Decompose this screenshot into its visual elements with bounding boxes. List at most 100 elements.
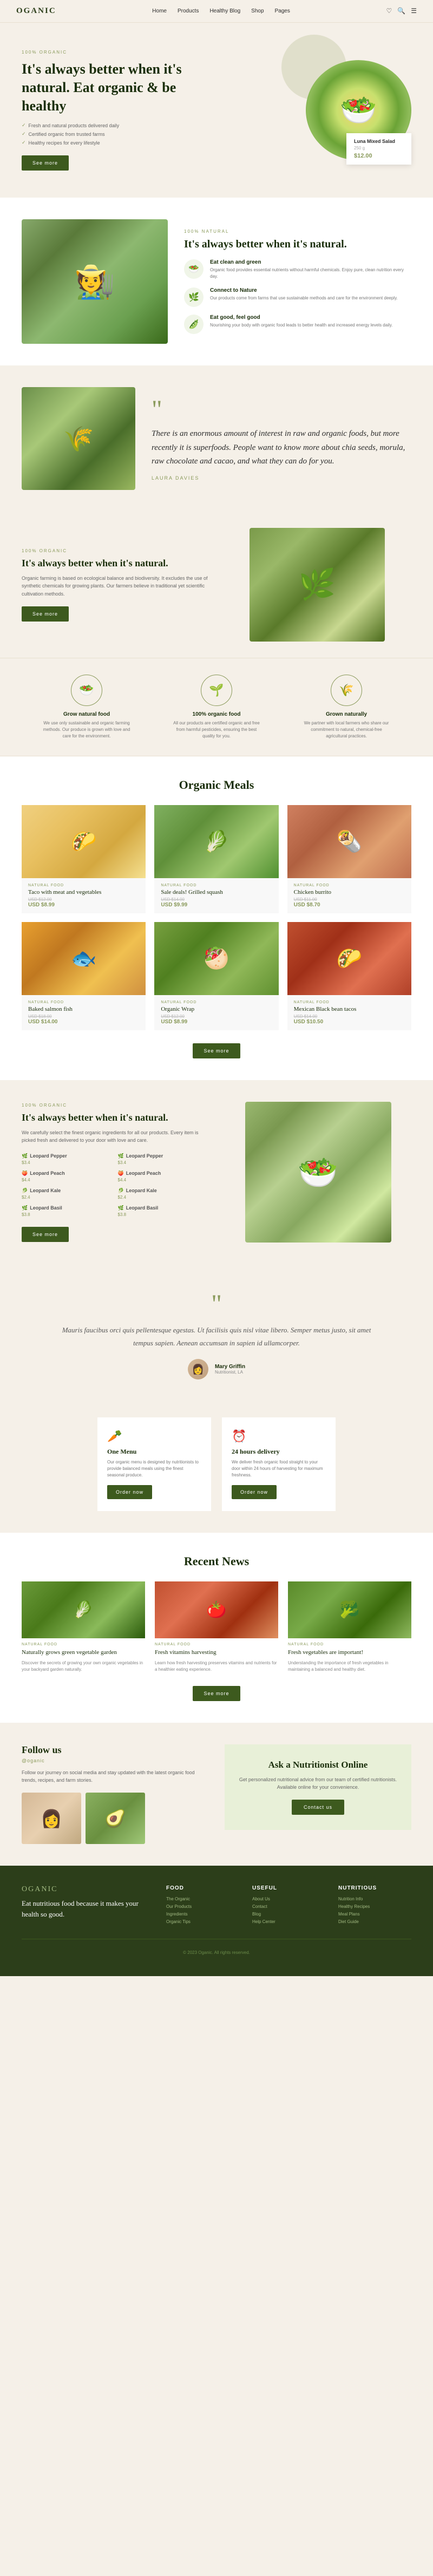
footer-col-1: Food The Organic Our Products Ingredient…	[166, 1885, 239, 1927]
menu-icon[interactable]: ☰	[411, 7, 417, 15]
feature-icon-3: 🫛	[184, 315, 204, 334]
footer-col-3: Nutritious Nutrition Info Healthy Recipe…	[338, 1885, 411, 1927]
icon-desc-2: All our products are certified organic a…	[170, 720, 263, 740]
footer-link-useful-2[interactable]: Contact	[252, 1904, 325, 1909]
about-feature-3: 🫛 Eat good, feel good Nourishing your bo…	[184, 315, 411, 334]
footer-content: OGANIC Eat nutritious food because it ma…	[22, 1885, 411, 1927]
footer-link-useful-3[interactable]: Blog	[252, 1912, 325, 1917]
footer-copyright: © 2023 Oganic. All rights reserved.	[183, 1950, 250, 1955]
feature-content-1: Eat clean and green Organic food provide…	[210, 259, 411, 280]
natural-right: 🌿	[223, 528, 411, 642]
nav-pages[interactable]: Pages	[275, 8, 290, 14]
footer-link-nutri-2[interactable]: Healthy Recipes	[338, 1904, 411, 1909]
feature-title-3: Eat good, feel good	[210, 315, 392, 321]
footer-link-food-3[interactable]: Ingredients	[166, 1912, 239, 1917]
service-cta-1[interactable]: Order now	[107, 1485, 152, 1499]
meal-old-price-2: USD $14.00	[161, 897, 272, 902]
ingr-price-8: $3.8	[118, 1212, 209, 1217]
nav-home[interactable]: Home	[152, 8, 167, 14]
feature-desc-3: Nourishing your body with organic food l…	[210, 322, 392, 329]
footer-link-nutri-1[interactable]: Nutrition Info	[338, 1897, 411, 1901]
natural-body: Organic farming is based on ecological b…	[22, 574, 210, 598]
nav-blog[interactable]: Healthy Blog	[209, 8, 240, 14]
nutritionist-heading: Ask a Nutritionist Online	[238, 1760, 398, 1770]
meal-old-price-4: USD $18.00	[28, 1014, 139, 1019]
ingr-item-4: 🍑Leopard Peach $4.4	[118, 1171, 209, 1182]
meal-old-price-5: USD $12.00	[161, 1014, 272, 1019]
quote-mark-icon: "	[152, 397, 411, 423]
icon-desc-3: We partner with local farmers who share …	[300, 720, 392, 740]
footer-link-food-2[interactable]: Our Products	[166, 1904, 239, 1909]
meal-card-4: 🐟 Natural food Baked salmon fish USD $18…	[22, 922, 146, 1030]
about-features: 🥗 Eat clean and green Organic food provi…	[184, 259, 411, 334]
nav-icons: ♡ 🔍 ☰	[386, 7, 417, 15]
news-image-3: 🥦	[288, 1581, 411, 1638]
hero-cta-button[interactable]: See more	[22, 155, 69, 171]
footer-link-useful-1[interactable]: About Us	[252, 1897, 325, 1901]
meal-tag-6: Natural food	[294, 1001, 405, 1004]
card-product-price: $12.00	[354, 153, 404, 159]
natural-cta-button[interactable]: See more	[22, 606, 69, 622]
news-excerpt-2: Learn how fresh harvesting preserves vit…	[155, 1660, 278, 1673]
ingr-item-1: 🌿Leopard Pepper $3.4	[22, 1153, 113, 1165]
news-title-1: Naturally grows green vegetable garden	[22, 1649, 145, 1657]
follow-subtext: @oganic	[22, 1758, 208, 1763]
icon-item-2: 🌱 100% organic food All our products are…	[170, 675, 263, 740]
meal-tag-5: Natural food	[161, 1001, 272, 1004]
follow-section: Follow us @oganic Follow our journey on …	[0, 1723, 433, 1866]
ingredients-tag: 100% Organic	[22, 1103, 208, 1108]
ingredients-image: 🥗	[245, 1102, 391, 1243]
hero-feature-1: ✓Fresh and natural products delivered da…	[22, 122, 206, 128]
service-cta-2[interactable]: Order now	[232, 1485, 277, 1499]
footer-link-nutri-3[interactable]: Meal Plans	[338, 1912, 411, 1917]
footer-link-food-1[interactable]: The Organic	[166, 1897, 239, 1901]
ingr-item-6: 🥬Leopard Kale $2.4	[118, 1188, 209, 1200]
heart-icon[interactable]: ♡	[386, 7, 392, 15]
footer-col-2: Useful About Us Contact Blog Help Center	[252, 1885, 325, 1927]
nav-shop[interactable]: Shop	[251, 8, 264, 14]
author-name: Mary Griffin	[215, 1364, 245, 1370]
delivery-service-icon: ⏰	[232, 1429, 326, 1443]
ingr-name-5: 🥬Leopard Kale	[22, 1188, 113, 1194]
logo[interactable]: OGANIC	[16, 6, 56, 16]
news-tag-2: Natural food	[155, 1643, 278, 1646]
meals-title: Organic Meals	[22, 778, 411, 792]
follow-img-1: 👩	[22, 1793, 81, 1844]
nav-products[interactable]: Products	[178, 8, 199, 14]
footer-col-list-2: About Us Contact Blog Help Center	[252, 1897, 325, 1924]
natural-tag: 100% Organic	[22, 548, 210, 553]
footer-col-list-3: Nutrition Info Healthy Recipes Meal Plan…	[338, 1897, 411, 1924]
ingr-price-2: $3.4	[118, 1160, 209, 1165]
ingredients-left: 100% Organic It's always better when it'…	[22, 1103, 208, 1242]
follow-left: Follow us @oganic Follow our journey on …	[22, 1744, 208, 1845]
services-section: 🥕 One Menu Our organic menu is designed …	[0, 1407, 433, 1533]
meal-name-5: Organic Wrap	[161, 1006, 272, 1012]
ingredients-section: 100% Organic It's always better when it'…	[0, 1080, 433, 1264]
meal-price-2: USD $9.99	[161, 902, 272, 908]
meal-old-price-3: USD $11.00	[294, 897, 405, 902]
ingr-name-4: 🍑Leopard Peach	[118, 1171, 209, 1176]
service-desc-1: Our organic menu is designed by nutritio…	[107, 1459, 201, 1479]
footer-link-food-4[interactable]: Organic Tips	[166, 1919, 239, 1924]
about-image: 🧑‍🌾	[22, 219, 168, 344]
meal-price-6: USD $10.50	[294, 1019, 405, 1025]
meal-image-5: 🥙	[154, 922, 278, 995]
news-cta-button[interactable]: See more	[193, 1686, 240, 1701]
follow-img-2: 🥑	[86, 1793, 145, 1844]
hero-features: ✓Fresh and natural products delivered da…	[22, 122, 206, 146]
footer-link-nutri-4[interactable]: Diet Guide	[338, 1919, 411, 1924]
ingr-item-3: 🍑Leopard Peach $4.4	[22, 1171, 113, 1182]
card-product-weight: 250 g	[354, 146, 404, 151]
about-content: 100% Natural It's always better when it'…	[184, 229, 411, 334]
icon-title-3: Grown naturally	[300, 711, 392, 717]
organic-food-icon: 🌱	[201, 675, 232, 706]
meal-image-1: 🌮	[22, 805, 146, 878]
ingredients-cta-button[interactable]: See more	[22, 1227, 69, 1242]
nutritionist-cta-button[interactable]: Contact us	[292, 1800, 344, 1815]
footer-link-useful-4[interactable]: Help Center	[252, 1919, 325, 1924]
meals-cta-button[interactable]: See more	[193, 1043, 240, 1058]
search-icon[interactable]: 🔍	[397, 7, 405, 15]
meal-price-1: USD $8.99	[28, 902, 139, 908]
about-section: 🧑‍🌾 100% Natural It's always better when…	[0, 198, 433, 365]
ingr-price-7: $3.8	[22, 1212, 113, 1217]
